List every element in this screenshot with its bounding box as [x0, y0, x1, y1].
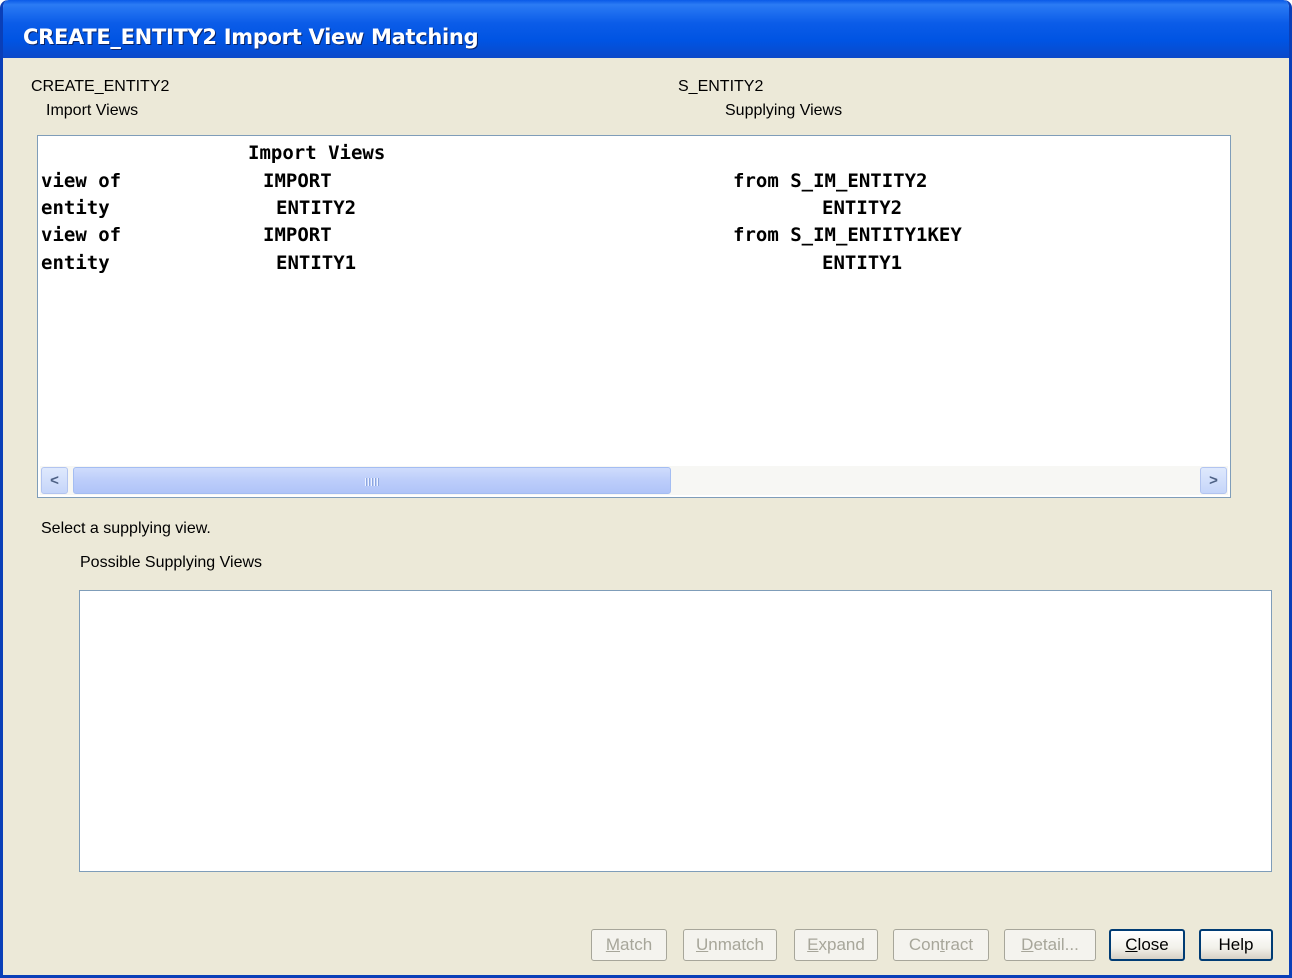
match-key: M — [605, 935, 621, 954]
close-key: C — [1125, 935, 1138, 954]
detail-button[interactable]: Detail... — [1004, 929, 1096, 961]
contract-button[interactable]: Contract — [893, 929, 989, 961]
unmatch-key: U — [695, 935, 709, 954]
chevron-right-icon: > — [1209, 472, 1218, 489]
detail-key: D — [1021, 935, 1034, 954]
row-4-supplying[interactable]: ENTITY1 — [822, 254, 902, 273]
row-3-view[interactable]: IMPORT — [263, 226, 332, 245]
row-1-label[interactable]: view of — [41, 172, 121, 191]
contract-prefix: Con — [908, 935, 941, 954]
expand-key: E — [807, 935, 819, 954]
contract-label: ract — [944, 935, 974, 954]
chevron-left-icon: < — [50, 472, 59, 489]
row-1-supplying[interactable]: from S_IM_ENTITY2 — [733, 172, 927, 191]
import-views-pane[interactable]: Import Views view of IMPORT from S_IM_EN… — [37, 135, 1231, 498]
scroll-right-button[interactable]: > — [1200, 467, 1227, 494]
row-3-label[interactable]: view of — [41, 226, 121, 245]
import-views-label: Import Views — [46, 102, 139, 119]
supplying-views-label: Supplying Views — [725, 102, 843, 119]
unmatch-button[interactable]: Unmatch — [683, 929, 777, 961]
help-label: Help — [1218, 935, 1254, 954]
title-bar[interactable]: CREATE_ENTITY2 Import View Matching — [3, 0, 1289, 58]
import-views-heading: Import Views — [248, 142, 386, 164]
possible-supplying-views-label: Possible Supplying Views — [80, 554, 263, 571]
horizontal-scrollbar[interactable]: < > — [40, 466, 1228, 495]
action-block-name: CREATE_ENTITY2 — [31, 78, 170, 95]
detail-label: etail... — [1033, 935, 1079, 954]
scroll-thumb[interactable] — [73, 467, 671, 494]
close-button[interactable]: Close — [1109, 929, 1185, 961]
window-title: CREATE_ENTITY2 Import View Matching — [23, 25, 479, 49]
close-label: lose — [1137, 935, 1169, 954]
possible-supplying-views-list[interactable] — [79, 590, 1272, 872]
row-4-label[interactable]: entity — [41, 254, 110, 273]
row-2-supplying[interactable]: ENTITY2 — [822, 199, 902, 218]
row-1-view[interactable]: IMPORT — [263, 172, 332, 191]
help-button[interactable]: Help — [1199, 929, 1273, 961]
instruction-text: Select a supplying view. — [41, 520, 211, 537]
grip-icon — [365, 478, 379, 486]
expand-label: xpand — [818, 935, 865, 954]
row-2-label[interactable]: entity — [41, 199, 110, 218]
server-name: S_ENTITY2 — [678, 78, 764, 95]
match-label: atch — [620, 935, 653, 954]
row-4-entity[interactable]: ENTITY1 — [276, 254, 356, 273]
match-button[interactable]: Match — [591, 929, 667, 961]
scroll-left-button[interactable]: < — [41, 467, 68, 494]
row-3-supplying[interactable]: from S_IM_ENTITY1KEY — [733, 226, 962, 245]
unmatch-label: nmatch — [708, 935, 765, 954]
row-2-entity[interactable]: ENTITY2 — [276, 199, 356, 218]
expand-button[interactable]: Expand — [794, 929, 878, 961]
dialog-window: CREATE_ENTITY2 Import View Matching CREA… — [0, 0, 1292, 978]
